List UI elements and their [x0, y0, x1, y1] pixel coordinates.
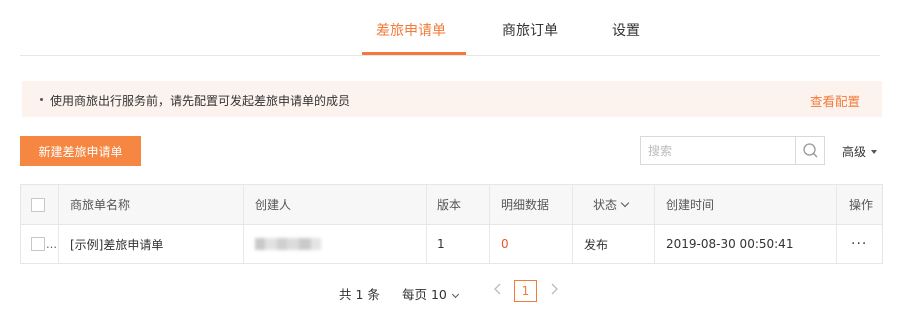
- notice-banner: 使用商旅出行服务前，请先配置可发起差旅申请单的成员 查看配置: [22, 81, 882, 117]
- advanced-filter-toggle[interactable]: 高级: [842, 143, 878, 160]
- more-icon: ···: [851, 236, 868, 252]
- page-size-label: 每页 10: [402, 287, 447, 302]
- header-checkbox-cell: [21, 185, 58, 224]
- next-page-button[interactable]: [549, 283, 559, 299]
- chevron-right-icon: [551, 283, 558, 295]
- header-version[interactable]: 版本: [427, 185, 489, 224]
- header-actions: 操作: [849, 198, 874, 212]
- cell-creator: [244, 225, 426, 263]
- notice-text: 使用商旅出行服务前，请先配置可发起差旅申请单的成员: [50, 94, 351, 108]
- chevron-left-icon: [494, 283, 501, 295]
- page-size-select[interactable]: 每页 10: [402, 284, 459, 303]
- search-input[interactable]: [641, 137, 796, 164]
- chevron-down-icon: [451, 290, 459, 299]
- cell-name[interactable]: [示例]差旅申请单: [59, 225, 243, 263]
- row-more-actions[interactable]: ···: [837, 225, 883, 263]
- cell-version: 1: [437, 237, 445, 251]
- caret-down-icon: [871, 149, 878, 154]
- row-checkbox-cell: …: [21, 225, 58, 263]
- tab-settings[interactable]: 设置: [612, 20, 640, 40]
- view-config-link[interactable]: 查看配置: [810, 91, 860, 110]
- tab-travel-orders[interactable]: 商旅订单: [502, 20, 558, 40]
- cell-details-count[interactable]: 0: [490, 225, 572, 263]
- search-button[interactable]: [795, 137, 824, 164]
- cell-created-at: 2019-08-30 00:50:41: [666, 237, 794, 251]
- pagination-total: 共 1 条: [339, 287, 380, 302]
- table-row[interactable]: … [示例]差旅申请单 1 0 发布 2019-08-30 00:50:41 ·…: [21, 225, 882, 263]
- header-status-label: 状态: [593, 198, 618, 212]
- travel-request-table: 商旅单名称 创建人 版本 明细数据 状态 创建时间 操作 … [示例]差旅申请单…: [20, 184, 883, 264]
- search-icon: [803, 143, 818, 158]
- select-all-checkbox[interactable]: [31, 197, 45, 212]
- header-creator[interactable]: 创建人: [244, 185, 426, 224]
- cell-status: 发布: [584, 237, 609, 252]
- row-checkbox[interactable]: [31, 237, 45, 251]
- redacted-creator-name: [255, 238, 321, 250]
- header-details[interactable]: 明细数据: [490, 185, 572, 224]
- tab-travel-request[interactable]: 差旅申请单: [376, 20, 446, 40]
- search-box: [640, 136, 825, 165]
- advanced-label: 高级: [842, 145, 867, 159]
- header-status[interactable]: 状态: [573, 185, 654, 224]
- create-travel-request-button[interactable]: 新建差旅申请单: [20, 136, 141, 166]
- tabs-divider: [20, 55, 880, 56]
- bullet-icon: [40, 98, 43, 101]
- chevron-down-icon: [620, 198, 630, 207]
- top-tabs: 差旅申请单 商旅订单 设置: [0, 0, 900, 56]
- prev-page-button[interactable]: [493, 283, 503, 299]
- table-header-row: 商旅单名称 创建人 版本 明细数据 状态 创建时间 操作: [21, 185, 882, 225]
- row-ellipsis: …: [46, 237, 57, 251]
- header-name[interactable]: 商旅单名称: [59, 185, 243, 224]
- header-created-at[interactable]: 创建时间: [655, 185, 836, 224]
- page-1-button[interactable]: 1: [514, 280, 537, 302]
